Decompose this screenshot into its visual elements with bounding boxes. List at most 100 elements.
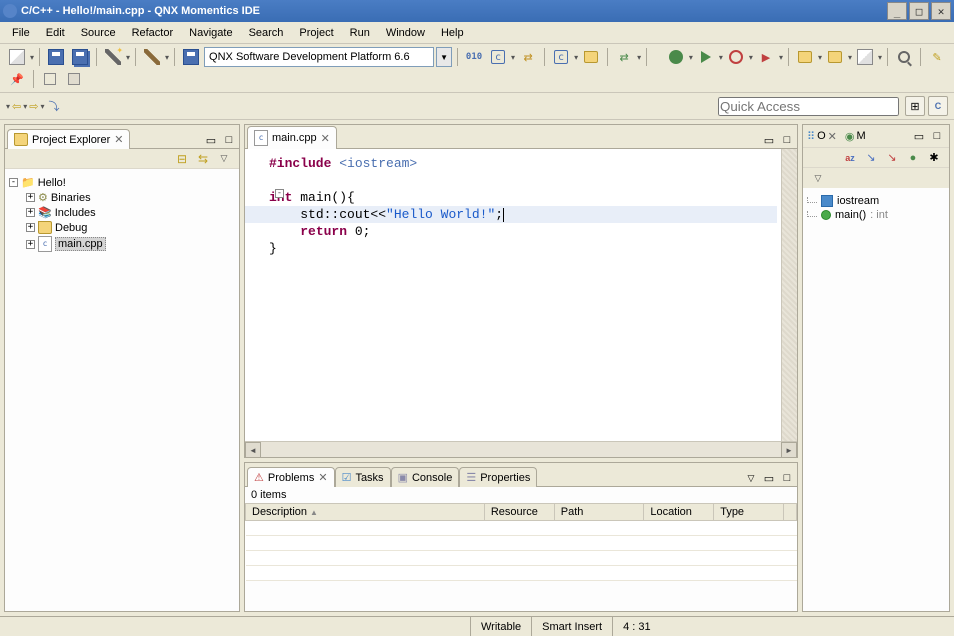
tasks-tab[interactable]: ☑ Tasks — [335, 467, 391, 487]
outline-item[interactable]: iostream — [807, 194, 945, 208]
cpp-perspective-button[interactable]: C — [928, 96, 948, 116]
outline-tab-o[interactable]: O — [817, 130, 826, 142]
table-row[interactable] — [246, 521, 797, 536]
minimize-view-button[interactable]: ▭ — [761, 470, 777, 486]
col-path[interactable]: Path — [554, 504, 644, 521]
open-perspective-button[interactable]: ⊞ — [905, 96, 925, 116]
menu-file[interactable]: File — [6, 25, 36, 41]
sort-button[interactable]: az — [841, 150, 859, 166]
editor-horizontal-scrollbar[interactable]: ◄ ► — [245, 441, 797, 457]
ext-tools-button[interactable]: ▶ — [755, 47, 777, 67]
tree-row[interactable]: + 📚 Includes — [9, 205, 235, 220]
table-row[interactable] — [246, 551, 797, 566]
project-explorer-tree[interactable]: - 📁 Hello! + ⚙ Binaries + 📚 Includes — [5, 169, 239, 611]
project-explorer-tab[interactable]: Project Explorer ✕ — [7, 129, 130, 149]
view-menu-button[interactable]: ▽ — [743, 470, 759, 486]
menu-search[interactable]: Search — [243, 25, 290, 41]
save-all-button[interactable] — [69, 47, 91, 67]
run-button[interactable] — [695, 47, 717, 67]
fold-icon[interactable]: - — [275, 189, 284, 198]
close-icon[interactable]: ✕ — [318, 471, 327, 484]
new-button[interactable] — [6, 47, 28, 67]
menu-edit[interactable]: Edit — [40, 25, 71, 41]
expand-icon[interactable]: + — [26, 223, 35, 232]
expand-icon[interactable]: + — [26, 240, 35, 249]
col-resource[interactable]: Resource — [484, 504, 554, 521]
filter-static-button[interactable]: ↘ — [883, 150, 901, 166]
forward-button[interactable]: ⇨ — [29, 100, 38, 113]
minimize-editor-button[interactable]: ▭ — [761, 132, 777, 148]
back-button[interactable]: ⇦ — [12, 100, 21, 113]
step-button[interactable]: ⤵ — [48, 98, 59, 114]
minimize-view-button[interactable]: ▭ — [911, 128, 927, 144]
expand-icon[interactable]: - — [9, 178, 18, 187]
close-icon[interactable]: ✕ — [828, 130, 837, 143]
menu-project[interactable]: Project — [293, 25, 339, 41]
window-1-button[interactable] — [39, 69, 61, 89]
filter-local-button[interactable]: ✱ — [925, 150, 943, 166]
scroll-left-button[interactable]: ◄ — [245, 442, 261, 458]
maximize-view-button[interactable]: □ — [779, 470, 795, 486]
profile-button[interactable] — [725, 47, 747, 67]
pin-button[interactable]: 📌 — [6, 69, 28, 89]
folder-button[interactable] — [580, 47, 602, 67]
new-folder-button[interactable] — [824, 47, 846, 67]
maximize-view-button[interactable]: □ — [929, 128, 945, 144]
run-c-alt-button[interactable]: c — [550, 47, 572, 67]
console-tab[interactable]: ▣ Console — [391, 467, 460, 487]
maximize-button[interactable]: □ — [909, 2, 929, 20]
new-file-button[interactable] — [854, 47, 876, 67]
properties-tab[interactable]: ☰ Properties — [459, 467, 537, 487]
outline-tree[interactable]: iostream main() : int — [803, 188, 949, 611]
outline-tab-m[interactable]: M — [856, 130, 865, 142]
save-alt-button[interactable] — [180, 47, 202, 67]
toggle-button[interactable]: ⇄ — [517, 47, 539, 67]
view-menu-button[interactable]: ▽ — [809, 170, 827, 186]
menu-refactor[interactable]: Refactor — [126, 25, 180, 41]
maximize-editor-button[interactable]: □ — [779, 132, 795, 148]
minimize-button[interactable]: _ — [887, 2, 907, 20]
code-editor[interactable]: #include <iostream> -int main(){ std::co… — [245, 149, 781, 441]
view-menu-button[interactable]: ▽ — [215, 151, 233, 167]
menu-source[interactable]: Source — [75, 25, 122, 41]
table-row[interactable] — [246, 536, 797, 551]
close-button[interactable]: ✕ — [931, 2, 951, 20]
debug-button[interactable] — [665, 47, 687, 67]
expand-icon[interactable]: + — [26, 193, 35, 202]
new-cproj-button[interactable] — [794, 47, 816, 67]
col-location[interactable]: Location — [644, 504, 714, 521]
filter-nonpublic-button[interactable]: ● — [904, 150, 922, 166]
editor-tab-main[interactable]: c main.cpp ✕ — [247, 126, 337, 149]
build-button[interactable] — [141, 47, 163, 67]
outline-item[interactable]: main() : int — [807, 208, 945, 222]
filter-fields-button[interactable]: ↘ — [862, 150, 880, 166]
minimize-view-button[interactable]: ▭ — [203, 132, 219, 148]
link-button[interactable]: ⇄ — [613, 47, 635, 67]
collapse-all-button[interactable]: ⊟ — [173, 151, 191, 167]
toggle-mark-button[interactable]: ✎ — [926, 47, 948, 67]
save-button[interactable] — [45, 47, 67, 67]
run-c-button[interactable]: c — [487, 47, 509, 67]
table-row[interactable] — [246, 566, 797, 581]
close-icon[interactable]: ✕ — [114, 133, 123, 146]
editor-vertical-scrollbar[interactable] — [781, 149, 797, 441]
col-description[interactable]: Description▲ — [246, 504, 485, 521]
close-icon[interactable]: ✕ — [321, 132, 330, 145]
col-type[interactable]: Type — [714, 504, 784, 521]
tree-row[interactable]: + ⚙ Binaries — [9, 190, 235, 205]
maximize-view-button[interactable]: □ — [221, 132, 237, 148]
menu-run[interactable]: Run — [344, 25, 376, 41]
problems-table-body[interactable]: Description▲ Resource Path Location Type — [245, 503, 797, 611]
problems-tab[interactable]: ⚠ Problems ✕ — [247, 467, 335, 487]
expand-icon[interactable]: + — [26, 208, 35, 217]
platform-select-dropdown[interactable]: ▼ — [436, 47, 452, 67]
menu-navigate[interactable]: Navigate — [183, 25, 238, 41]
link-editor-button[interactable]: ⇆ — [194, 151, 212, 167]
menu-window[interactable]: Window — [380, 25, 431, 41]
tree-row-root[interactable]: - 📁 Hello! — [9, 175, 235, 190]
scroll-right-button[interactable]: ► — [781, 442, 797, 458]
menu-help[interactable]: Help — [435, 25, 470, 41]
binary-button[interactable]: 010 — [463, 47, 485, 67]
tree-row[interactable]: + Debug — [9, 220, 235, 235]
quick-access-input[interactable] — [718, 97, 899, 116]
